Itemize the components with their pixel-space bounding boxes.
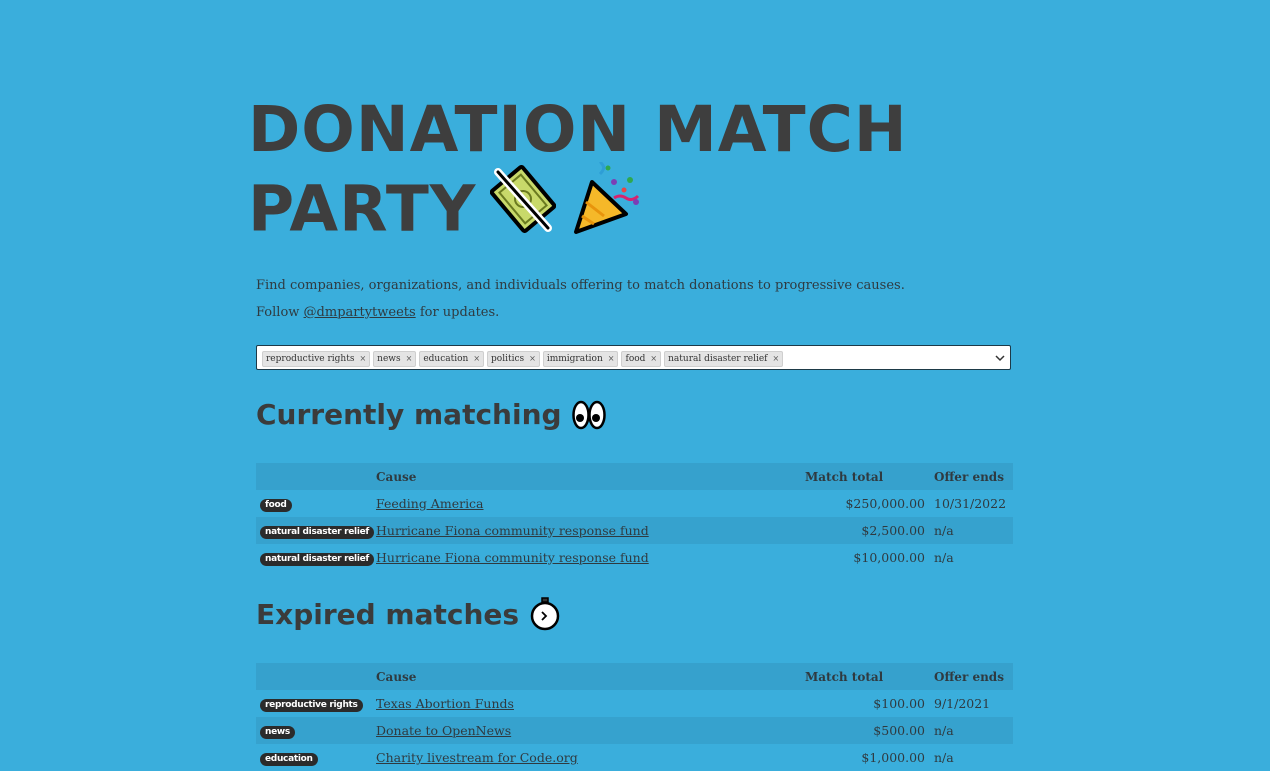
twitter-handle-link[interactable]: @dmpartytweets bbox=[304, 305, 416, 320]
filter-tag: news × bbox=[373, 351, 417, 367]
title-line-1: DONATION MATCH bbox=[248, 93, 908, 166]
filter-tag-label: immigration bbox=[546, 354, 603, 364]
filter-tag-label: food bbox=[625, 354, 646, 364]
match-total: $100.00 bbox=[873, 696, 925, 711]
col-header-cause: Cause bbox=[376, 463, 805, 490]
table-row: food Feeding America $250,000.00 10/31/2… bbox=[256, 490, 1013, 517]
title-line-2: PARTY bbox=[248, 156, 968, 259]
intro: Find companies, organizations, and indiv… bbox=[256, 272, 905, 326]
current-matches-table: Cause Match total Offer ends food Feedin… bbox=[256, 463, 1013, 571]
expired-section-title: Expired matches bbox=[256, 597, 561, 631]
follow-prefix: Follow bbox=[256, 305, 304, 320]
filter-tag: immigration × bbox=[542, 351, 619, 367]
filter-tag-label: natural disaster relief bbox=[668, 354, 768, 364]
cause-tag-badge: food bbox=[260, 499, 292, 512]
col-header-cause: Cause bbox=[376, 663, 805, 690]
col-header-total: Match total bbox=[805, 463, 934, 490]
table-row: reproductive rights Texas Abortion Funds… bbox=[256, 690, 1013, 717]
table-row: natural disaster relief Hurricane Fiona … bbox=[256, 517, 1013, 544]
cause-tag-badge: reproductive rights bbox=[260, 699, 363, 712]
page-title: DONATION MATCH PARTY bbox=[248, 92, 968, 259]
current-section-heading: Currently matching bbox=[256, 398, 562, 431]
table-row: natural disaster relief Hurricane Fiona … bbox=[256, 544, 1013, 571]
filter-tag-label: news bbox=[377, 354, 401, 364]
chevron-down-icon[interactable] bbox=[994, 352, 1006, 364]
filter-tag: politics × bbox=[487, 351, 540, 367]
remove-tag-icon[interactable]: × bbox=[650, 354, 657, 363]
stopwatch-icon bbox=[530, 597, 560, 631]
filter-tag-label: politics bbox=[491, 354, 525, 364]
cause-filter-select[interactable]: reproductive rights × news × education × polit… bbox=[256, 345, 1011, 370]
cause-link[interactable]: Hurricane Fiona community response fund bbox=[376, 550, 649, 565]
filter-tag: reproductive rights × bbox=[262, 351, 371, 367]
col-header-tag bbox=[256, 463, 376, 490]
col-header-ends: Offer ends bbox=[934, 463, 1013, 490]
remove-tag-icon[interactable]: × bbox=[359, 354, 366, 363]
table-header-row: Cause Match total Offer ends bbox=[256, 463, 1013, 490]
offer-ends: n/a bbox=[934, 517, 1013, 544]
remove-tag-icon[interactable]: × bbox=[473, 354, 480, 363]
selected-tags: reproductive rights × news × education × polit… bbox=[262, 351, 784, 367]
table-row: education Charity livestream for Code.or… bbox=[256, 744, 1013, 771]
match-total: $10,000.00 bbox=[853, 550, 925, 565]
offer-ends: 10/31/2022 bbox=[934, 496, 1007, 511]
current-section-title: Currently matching bbox=[256, 398, 606, 431]
cause-link[interactable]: Charity livestream for Code.org bbox=[376, 750, 578, 765]
cause-tag-badge: news bbox=[260, 726, 295, 739]
cause-link[interactable]: Hurricane Fiona community response fund bbox=[376, 523, 649, 538]
remove-tag-icon[interactable]: × bbox=[529, 354, 536, 363]
follow-suffix: for updates. bbox=[415, 305, 500, 320]
table-header-row: Cause Match total Offer ends bbox=[256, 663, 1013, 690]
table-row: news Donate to OpenNews $500.00 n/a bbox=[256, 717, 1013, 744]
no-money-icon bbox=[490, 162, 557, 253]
col-header-ends: Offer ends bbox=[934, 663, 1013, 690]
eyes-icon bbox=[571, 400, 606, 429]
filter-tag: education × bbox=[419, 351, 485, 367]
cause-link[interactable]: Donate to OpenNews bbox=[376, 723, 511, 738]
offer-ends: 9/1/2021 bbox=[934, 696, 991, 711]
expired-matches-table: Cause Match total Offer ends reproductiv… bbox=[256, 663, 1013, 771]
filter-tag-label: reproductive rights bbox=[266, 354, 355, 364]
match-total: $1,000.00 bbox=[861, 750, 925, 765]
cause-link[interactable]: Feeding America bbox=[376, 496, 484, 511]
filter-tag: food × bbox=[621, 351, 662, 367]
cause-link[interactable]: Texas Abortion Funds bbox=[376, 696, 514, 711]
col-header-total: Match total bbox=[805, 663, 934, 690]
remove-tag-icon[interactable]: × bbox=[608, 354, 615, 363]
party-popper-icon bbox=[570, 156, 646, 253]
offer-ends: n/a bbox=[934, 750, 954, 765]
filter-tag: natural disaster relief × bbox=[664, 351, 784, 367]
intro-description: Find companies, organizations, and indiv… bbox=[256, 278, 905, 293]
filter-tag-label: education bbox=[423, 354, 469, 364]
match-total: $500.00 bbox=[805, 717, 934, 744]
col-header-tag bbox=[256, 663, 376, 690]
remove-tag-icon[interactable]: × bbox=[773, 354, 780, 363]
remove-tag-icon[interactable]: × bbox=[406, 354, 413, 363]
title-line-2-text: PARTY bbox=[248, 172, 477, 246]
expired-section-heading: Expired matches bbox=[256, 597, 520, 631]
offer-ends: n/a bbox=[934, 717, 1013, 744]
cause-tag-badge: natural disaster relief bbox=[260, 553, 375, 566]
cause-tag-badge: natural disaster relief bbox=[260, 526, 375, 539]
follow-line: Follow @dmpartytweets for updates. bbox=[256, 299, 905, 326]
match-total: $250,000.00 bbox=[845, 496, 925, 511]
match-total: $2,500.00 bbox=[805, 517, 934, 544]
offer-ends: n/a bbox=[934, 550, 954, 565]
